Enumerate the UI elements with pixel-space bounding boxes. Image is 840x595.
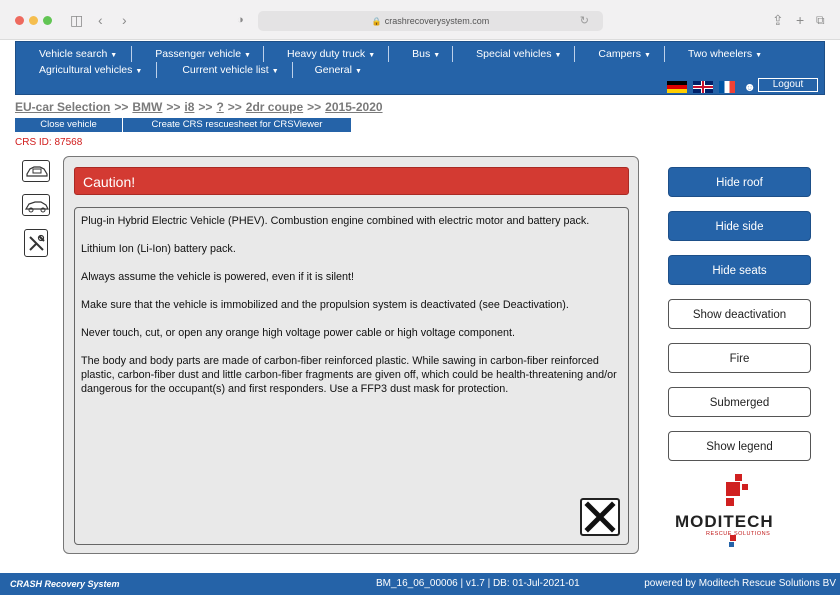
nav-two-wheelers[interactable]: Two wheelers ▼ — [665, 46, 762, 62]
tab-overview-icon[interactable]: ⧉ — [816, 10, 825, 30]
dropdown-caret-icon: ▼ — [368, 52, 376, 59]
dropdown-caret-icon: ▼ — [271, 68, 279, 75]
car-side-view-icon[interactable] — [22, 194, 50, 216]
share-icon[interactable]: ⇪ — [772, 10, 784, 30]
caution-paragraph: Plug-in Hybrid Electric Vehicle (PHEV). … — [81, 215, 590, 227]
browser-chrome: ◫ ‹ › ◑ 🔒 crashrecoverysystem.com ↻ ⇪ + ⧉ — [0, 0, 840, 40]
nav-row-secondary: Agricultural vehicles ▼ Current vehicle l… — [16, 62, 362, 78]
dropdown-caret-icon: ▼ — [354, 68, 362, 75]
french-flag-icon[interactable] — [719, 81, 736, 93]
privacy-shield-icon[interactable]: ◑ — [237, 10, 244, 30]
version-info: BM_16_06_00006 | v1.7 | DB: 01-Jul-2021-… — [376, 578, 580, 589]
breadcrumb-body[interactable]: 2dr coupe — [246, 100, 303, 114]
nav-agricultural-vehicles[interactable]: Agricultural vehicles ▼ — [16, 62, 158, 78]
nav-special-vehicles[interactable]: Special vehicles ▼ — [453, 46, 576, 62]
caution-message: Plug-in Hybrid Electric Vehicle (PHEV). … — [74, 207, 629, 545]
language-selector: ☻ — [667, 80, 756, 94]
breadcrumb-years[interactable]: 2015-2020 — [325, 100, 382, 114]
user-icon[interactable]: ☻ — [743, 80, 756, 94]
reload-icon[interactable]: ↻ — [580, 11, 589, 31]
nav-current-vehicle-list[interactable]: Current vehicle list ▼ — [157, 62, 293, 78]
hide-side-button[interactable]: Hide side — [668, 211, 811, 241]
fire-button[interactable]: Fire — [668, 343, 811, 373]
breadcrumb-model[interactable]: i8 — [184, 100, 194, 114]
show-deactivation-button[interactable]: Show deactivation — [668, 299, 811, 329]
german-flag-icon[interactable] — [667, 81, 688, 93]
dropdown-caret-icon: ▼ — [755, 52, 763, 59]
close-icon — [584, 501, 616, 533]
nav-passenger-vehicle[interactable]: Passenger vehicle ▼ — [132, 46, 264, 62]
minimize-window-button[interactable] — [29, 16, 38, 25]
caution-paragraph: The body and body parts are made of carb… — [81, 355, 617, 395]
caution-paragraph: Always assume the vehicle is powered, ev… — [81, 271, 355, 283]
nav-vehicle-search[interactable]: Vehicle search ▼ — [16, 46, 133, 62]
forward-arrow-icon[interactable]: › — [122, 10, 127, 30]
new-tab-icon[interactable]: + — [796, 10, 804, 30]
dropdown-caret-icon: ▼ — [244, 52, 251, 59]
main-nav: Vehicle search ▼ Passenger vehicle ▼ Heavy… — [15, 41, 825, 95]
lock-icon: 🔒 — [371, 17, 382, 26]
dropdown-caret-icon: ▼ — [433, 52, 441, 59]
create-rescuesheet-button[interactable]: Create CRS rescuesheet for CRSViewer — [123, 118, 351, 132]
nav-general[interactable]: General ▼ — [293, 62, 362, 78]
car-top-view-icon[interactable] — [22, 160, 50, 182]
sidebar-toggle-icon[interactable]: ◫ — [70, 10, 83, 30]
nav-bus[interactable]: Bus ▼ — [389, 46, 454, 62]
crash-brand-logo: CRASH Recovery System — [10, 579, 120, 589]
dropdown-caret-icon: ▼ — [644, 52, 651, 59]
caution-paragraph: Never touch, cut, or open any orange hig… — [81, 327, 515, 339]
hide-seats-button[interactable]: Hide seats — [668, 255, 811, 285]
caution-header: Caution! — [74, 167, 629, 195]
logo-tagline: RESCUE SOLUTIONS — [706, 531, 771, 537]
caution-paragraph: Lithium Ion (Li-Ion) battery pack. — [81, 243, 236, 255]
maximize-window-button[interactable] — [43, 16, 52, 25]
close-vehicle-button[interactable]: Close vehicle — [15, 118, 122, 132]
hide-roof-button[interactable]: Hide roof — [668, 167, 811, 197]
dropdown-caret-icon: ▼ — [110, 52, 118, 59]
footer: CRASH Recovery System BM_16_06_00006 | v… — [0, 573, 840, 595]
address-bar[interactable]: 🔒 crashrecoverysystem.com ↻ — [258, 11, 603, 31]
breadcrumb-unknown[interactable]: ? — [216, 100, 223, 114]
logo-wordmark: MODITECH — [675, 512, 774, 531]
submerged-button[interactable]: Submerged — [668, 387, 811, 417]
breadcrumb: EU-car Selection >> BMW >> i8 >>? >> 2dr coupe >… — [15, 100, 383, 114]
nav-campers[interactable]: Campers ▼ — [575, 46, 665, 62]
moditech-logo: MODITECH RESCUE SOLUTIONS — [668, 474, 811, 549]
caution-dialog: Caution! Plug-in Hybrid Electric Vehicle… — [63, 156, 639, 554]
url-text: crashrecoverysystem.com — [384, 16, 490, 26]
back-arrow-icon[interactable]: ‹ — [98, 10, 103, 30]
close-window-button[interactable] — [15, 16, 24, 25]
breadcrumb-make[interactable]: BMW — [132, 100, 162, 114]
show-legend-button[interactable]: Show legend — [668, 431, 811, 461]
caution-paragraph: Make sure that the vehicle is immobilize… — [81, 299, 569, 311]
dropdown-caret-icon: ▼ — [554, 52, 562, 59]
breadcrumb-root[interactable]: EU-car Selection — [15, 100, 110, 114]
nav-heavy-duty-truck[interactable]: Heavy duty truck ▼ — [264, 46, 390, 62]
nav-row-primary: Vehicle search ▼ Passenger vehicle ▼ Heavy… — [16, 46, 762, 62]
close-dialog-button[interactable] — [580, 498, 620, 536]
powered-by: powered by Moditech Rescue Solutions BV — [644, 578, 836, 589]
rescue-tools-icon[interactable] — [24, 229, 48, 257]
logout-button[interactable]: Logout — [758, 78, 818, 92]
crs-id: CRS ID: 87568 — [15, 137, 83, 148]
uk-flag-icon[interactable] — [693, 81, 714, 93]
dropdown-caret-icon: ▼ — [135, 68, 143, 75]
